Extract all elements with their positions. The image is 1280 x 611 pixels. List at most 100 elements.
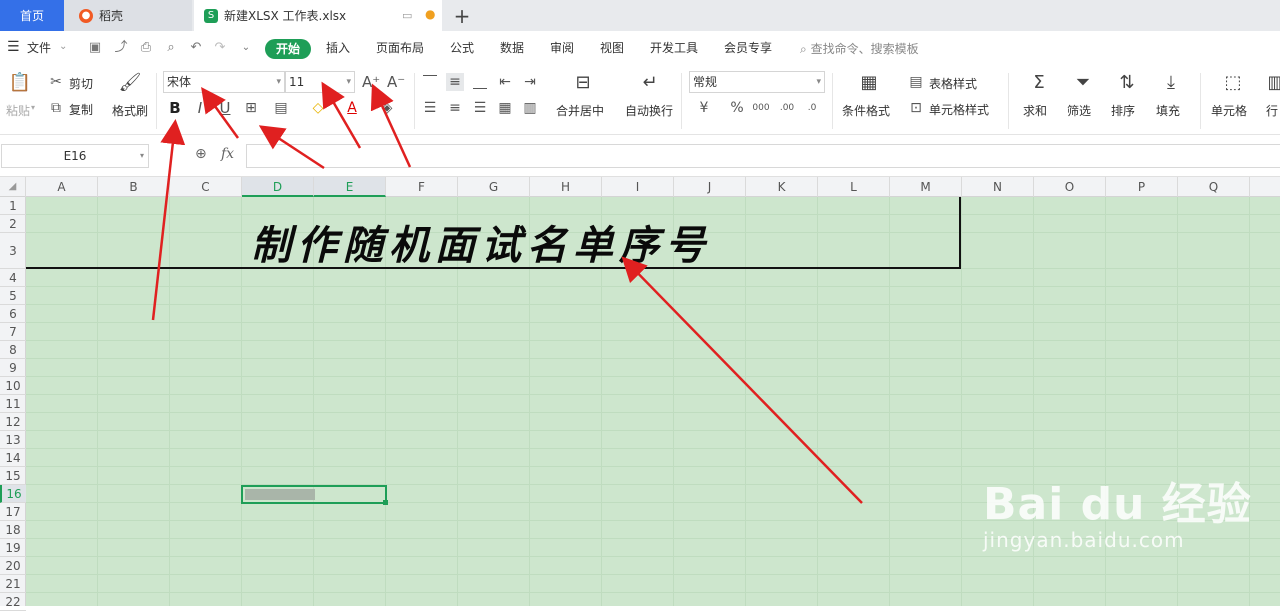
row-header-17[interactable]: 17 — [0, 503, 26, 521]
row-header-20[interactable]: 20 — [0, 557, 26, 575]
cell-icon[interactable]: ⬚ — [1221, 71, 1245, 95]
row-header-2[interactable]: 2 — [0, 215, 26, 233]
formula-input[interactable] — [246, 144, 1280, 168]
merge-center-icon[interactable]: ⊟ — [571, 71, 595, 95]
menu-developer[interactable]: 开发工具 — [650, 39, 698, 56]
row-header-22[interactable]: 22 — [0, 593, 26, 611]
row-header-21[interactable]: 21 — [0, 575, 26, 593]
sort-icon[interactable]: ⇅ — [1115, 71, 1139, 95]
conditional-format-button[interactable]: 条件格式 — [842, 102, 890, 119]
align-top-icon[interactable]: ⎺ — [421, 73, 439, 91]
select-all-corner[interactable]: ◢ — [0, 177, 26, 197]
menu-file[interactable]: 文件 — [27, 39, 51, 56]
row-header-4[interactable]: 4 — [0, 269, 26, 287]
format-painter-button[interactable]: 格式刷 — [112, 102, 148, 119]
column-header-g[interactable]: G — [458, 177, 530, 197]
table-style-icon[interactable]: ▤ — [907, 73, 925, 91]
fill-pattern-icon[interactable]: ▤ — [272, 99, 290, 117]
menu-insert[interactable]: 插入 — [326, 39, 350, 56]
column-header-a[interactable]: A — [26, 177, 98, 197]
merge-center-button[interactable]: 合并居中 — [556, 102, 604, 119]
tab-home[interactable]: 首页 — [0, 0, 64, 31]
align-left-icon[interactable]: ☰ — [421, 99, 439, 117]
print-preview-icon[interactable]: ⌕ — [163, 40, 179, 56]
zoom-icon[interactable]: ⊕ — [195, 146, 207, 162]
wrap-text-icon[interactable]: ↵ — [638, 71, 662, 95]
column-header-k[interactable]: K — [746, 177, 818, 197]
fill-handle[interactable] — [383, 500, 388, 505]
tab-daoke[interactable]: ● 稻壳 — [64, 0, 192, 31]
export-icon[interactable]: ⤴ — [113, 40, 129, 56]
border-icon[interactable]: ⊞ — [242, 99, 260, 117]
font-name-select[interactable]: 宋体 ▾ — [163, 71, 285, 93]
paste-icon[interactable]: 📋 — [8, 71, 32, 95]
column-header-f[interactable]: F — [386, 177, 458, 197]
monitor-icon[interactable]: ▭ — [402, 9, 412, 22]
increase-decimal-icon[interactable]: .00 — [778, 99, 796, 117]
column-header-q[interactable]: Q — [1178, 177, 1250, 197]
align-right-icon[interactable]: ☰ — [471, 99, 489, 117]
auto-wrap-button[interactable]: 自动换行 — [625, 102, 673, 119]
cell-button[interactable]: 单元格 — [1211, 102, 1247, 119]
row-header-9[interactable]: 9 — [0, 359, 26, 377]
menu-formula[interactable]: 公式 — [450, 39, 474, 56]
fill-button[interactable]: 填充 — [1156, 102, 1180, 119]
indent-increase-icon[interactable]: ⇥ — [521, 73, 539, 91]
format-painter-icon[interactable]: 🖌 — [118, 71, 142, 95]
decrease-decimal-icon[interactable]: .0 — [803, 99, 821, 117]
percent-icon[interactable]: % — [728, 99, 746, 117]
fx-icon[interactable]: fx — [221, 146, 234, 162]
clear-format-icon[interactable]: ◈ — [378, 99, 396, 117]
filter-icon[interactable]: ⏷ — [1071, 71, 1095, 95]
row-header-3[interactable]: 3 — [0, 233, 26, 269]
menu-data[interactable]: 数据 — [500, 39, 524, 56]
column-header-j[interactable]: J — [674, 177, 746, 197]
currency-icon[interactable]: ¥ — [695, 99, 713, 117]
row-header-14[interactable]: 14 — [0, 449, 26, 467]
increase-font-icon[interactable]: A⁺ — [362, 73, 380, 91]
menu-start[interactable]: 开始 — [265, 39, 311, 59]
row-header-11[interactable]: 11 — [0, 395, 26, 413]
selected-cell-e16[interactable] — [241, 485, 388, 505]
column-header-i[interactable]: I — [602, 177, 674, 197]
table-style-button[interactable]: 表格样式 — [929, 75, 977, 92]
row-header-8[interactable]: 8 — [0, 341, 26, 359]
fill-down-icon[interactable]: ⤓ — [1159, 71, 1183, 95]
menu-member[interactable]: 会员专享 — [724, 39, 772, 56]
align-middle-icon[interactable]: ≡ — [446, 73, 464, 91]
cell-style-button[interactable]: 单元格样式 — [929, 101, 989, 118]
name-box[interactable]: E16 ▾ — [1, 144, 149, 168]
column-header-l[interactable]: L — [818, 177, 890, 197]
underline-icon[interactable]: U — [216, 99, 234, 117]
sort-button[interactable]: 排序 — [1111, 102, 1135, 119]
font-size-select[interactable]: 11 ▾ — [285, 71, 355, 93]
decrease-font-icon[interactable]: A⁻ — [387, 73, 405, 91]
cut-button[interactable]: 剪切 — [69, 75, 93, 92]
align-bottom-icon[interactable]: ⎽ — [471, 73, 489, 91]
sum-icon[interactable]: Σ — [1027, 71, 1051, 95]
row-header-5[interactable]: 5 — [0, 287, 26, 305]
row-header-10[interactable]: 10 — [0, 377, 26, 395]
chevron-down-icon[interactable]: ⌄ — [59, 41, 67, 52]
row-header-15[interactable]: 15 — [0, 467, 26, 485]
column-header-o[interactable]: O — [1034, 177, 1106, 197]
justify-icon[interactable]: ▦ — [496, 99, 514, 117]
copy-button[interactable]: 复制 — [69, 101, 93, 118]
row-col-button[interactable]: 行 — [1266, 102, 1278, 119]
paste-button[interactable]: 粘贴 — [6, 102, 30, 119]
column-header-p[interactable]: P — [1106, 177, 1178, 197]
row-col-icon[interactable]: ▥ — [1264, 71, 1280, 95]
thousands-icon[interactable]: 000 — [752, 99, 770, 117]
row-header-6[interactable]: 6 — [0, 305, 26, 323]
row-header-19[interactable]: 19 — [0, 539, 26, 557]
hamburger-icon[interactable]: ☰ — [7, 39, 20, 55]
row-header-12[interactable]: 12 — [0, 413, 26, 431]
command-search[interactable]: ⌕ 查找命令、搜索模板 — [800, 40, 919, 57]
number-format-select[interactable]: 常规 ▾ — [689, 71, 825, 93]
tab-file[interactable]: S 新建XLSX 工作表.xlsx ▭ ● — [194, 0, 442, 31]
menu-page-layout[interactable]: 页面布局 — [376, 39, 424, 56]
row-header-13[interactable]: 13 — [0, 431, 26, 449]
row-header-1[interactable]: 1 — [0, 197, 26, 215]
column-header-m[interactable]: M — [890, 177, 962, 197]
distribute-icon[interactable]: ▥ — [521, 99, 539, 117]
